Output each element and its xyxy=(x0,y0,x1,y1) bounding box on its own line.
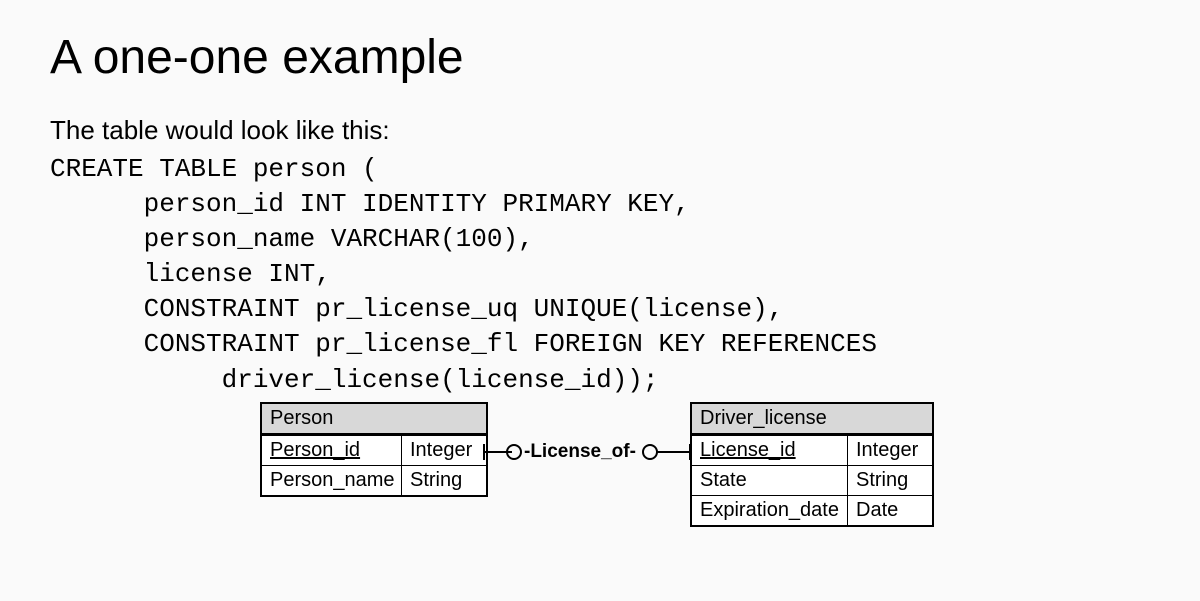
relation-connector-left xyxy=(484,442,524,462)
table-row: Person_id Integer xyxy=(262,435,486,465)
table-row: Expiration_date Date xyxy=(692,495,932,525)
attr-type: Integer xyxy=(402,436,482,465)
table-row: State String xyxy=(692,465,932,495)
attr-name: Person_id xyxy=(262,436,402,465)
er-diagram: ); Person Person_id Integer Person_name … xyxy=(50,402,1160,562)
relationship-label: -License_of- xyxy=(524,441,636,463)
relation-connector-right xyxy=(642,442,690,462)
entity-driver-header: Driver_license xyxy=(692,404,932,435)
attr-name: License_id xyxy=(692,436,848,465)
attr-type: Integer xyxy=(848,436,928,465)
entity-person-header: Person xyxy=(262,404,486,435)
entity-driver-license: Driver_license License_id Integer State … xyxy=(690,402,934,527)
attr-name: Person_name xyxy=(262,466,402,495)
subtitle-text: The table would look like this: xyxy=(50,115,1160,146)
sql-code: CREATE TABLE person ( person_id INT IDEN… xyxy=(50,152,1160,398)
attr-name: State xyxy=(692,466,848,495)
entity-person: Person Person_id Integer Person_name Str… xyxy=(260,402,488,497)
table-row: License_id Integer xyxy=(692,435,932,465)
page-title: A one-one example xyxy=(50,30,1160,85)
table-row: Person_name String xyxy=(262,465,486,495)
attr-type: Date xyxy=(848,496,928,525)
attr-type: String xyxy=(402,466,482,495)
attr-type: String xyxy=(848,466,928,495)
attr-name: Expiration_date xyxy=(692,496,848,525)
